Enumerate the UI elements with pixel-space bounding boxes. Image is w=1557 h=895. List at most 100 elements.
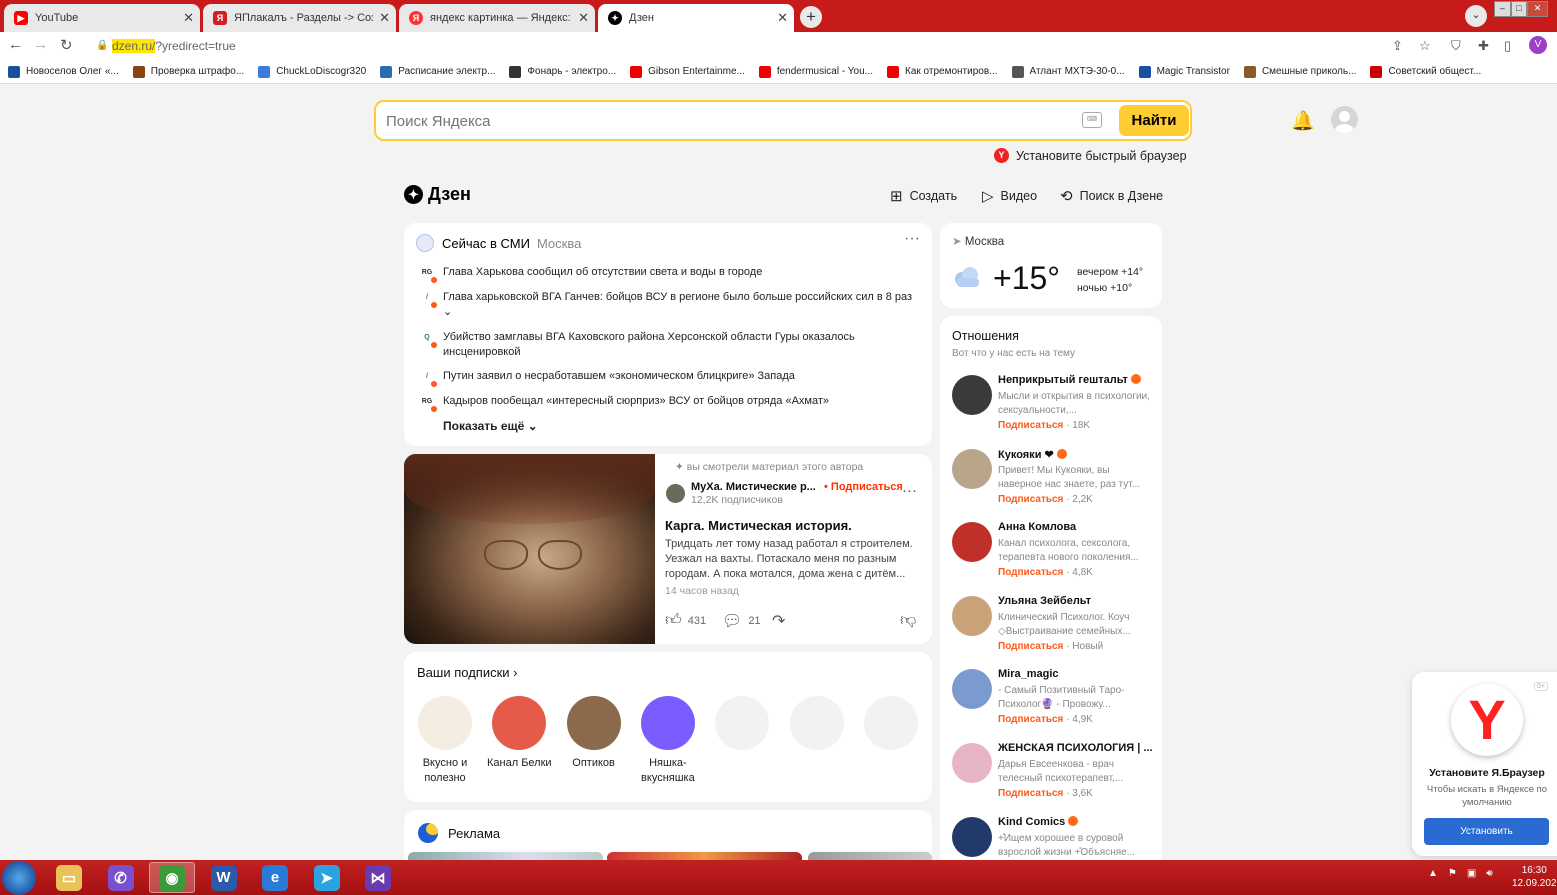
subscription-item[interactable]: Вкусно и полезно: [405, 696, 485, 786]
volume-icon[interactable]: 🔊︎: [1486, 868, 1492, 879]
channel-name[interactable]: Mira_magic: [998, 668, 1156, 680]
search-input[interactable]: [386, 110, 1066, 132]
subscribe-link[interactable]: • Подписаться: [824, 481, 903, 493]
channel-name[interactable]: Анна Комлова: [998, 521, 1156, 533]
share-button[interactable]: ↷: [772, 611, 791, 631]
bookmark-item[interactable]: Gibson Entertainme...: [630, 65, 745, 78]
visualstudio-app[interactable]: ⋈: [355, 862, 401, 893]
video-button[interactable]: ▷ Видео: [982, 187, 1037, 205]
subscribe-link[interactable]: Подписаться: [998, 494, 1063, 505]
news-item[interactable]: RG Кадыров пообещал «интересный сюрприз» …: [418, 394, 923, 412]
shield-icon[interactable]: ⛉: [1451, 38, 1461, 54]
channel-name[interactable]: Кукояки ❤: [998, 448, 1156, 461]
search-button[interactable]: Найти: [1119, 105, 1189, 136]
article-card[interactable]: ✦ вы смотрели материал этого автора ⁣МуХ…: [404, 454, 932, 644]
taskbar-clock[interactable]: 16:30 12.09.202: [1512, 864, 1557, 890]
profile-avatar[interactable]: V: [1529, 36, 1547, 54]
flag-icon[interactable]: ⚑: [1448, 868, 1457, 879]
close-icon[interactable]: ✕: [578, 10, 589, 26]
subscribe-link[interactable]: Подписаться: [998, 420, 1063, 431]
relation-channel-item[interactable]: Кукояки ❤ Привет! Мы Кукояки, вы наверное…: [952, 448, 1157, 514]
notification-bell-icon[interactable]: 🔔: [1291, 109, 1315, 133]
subscription-item[interactable]: Оптиков: [554, 696, 634, 771]
subscribe-link[interactable]: Подписаться: [998, 714, 1063, 725]
maximize-button[interactable]: □: [1510, 1, 1528, 17]
article-image[interactable]: [404, 454, 655, 644]
channel-name[interactable]: Неприкрытый гештальт: [998, 374, 1156, 386]
tray-expand-icon[interactable]: ▲: [1428, 868, 1438, 879]
relation-channel-item[interactable]: Неприкрытый гештальт Мысли и открытия в п…: [952, 374, 1157, 440]
bookmark-item[interactable]: Magic Transistor: [1138, 65, 1230, 78]
weather-card[interactable]: ➤ Москва +15° вечером +14° ночью +10°: [940, 223, 1162, 308]
new-tab-button[interactable]: +: [800, 6, 822, 28]
channel-avatar[interactable]: [952, 669, 992, 710]
tab-yandex-images[interactable]: Я яндекс картинка — Яндекс: наш ✕: [399, 4, 595, 32]
like-button[interactable]: 👍︎ 431: [665, 611, 706, 630]
close-icon[interactable]: ✕: [379, 10, 390, 26]
forward-arrow-icon[interactable]: →: [33, 36, 48, 53]
bookmark-item[interactable]: Советский общест...: [1370, 65, 1481, 78]
tab-youtube[interactable]: ▶ YouTube ✕: [4, 4, 200, 32]
bookmark-item[interactable]: ChuckLoDiscogr320: [258, 65, 366, 78]
reload-icon[interactable]: ↻: [60, 36, 73, 54]
more-options-icon[interactable]: ···: [904, 230, 920, 248]
comments-button[interactable]: 💬︎ 21: [722, 611, 761, 631]
bookmark-item[interactable]: Расписание электр...: [380, 65, 495, 78]
channel-avatar[interactable]: [952, 448, 992, 489]
dzen-logo[interactable]: ✦ Дзен: [404, 184, 471, 205]
relation-channel-item[interactable]: Анна Комлова Канал психолога, сексолога, …: [952, 521, 1157, 587]
bookmark-item[interactable]: Как отремонтиров...: [887, 65, 998, 78]
install-button[interactable]: Установить: [1424, 818, 1549, 845]
more-options-icon[interactable]: ···: [902, 482, 917, 499]
close-icon[interactable]: ✕: [777, 10, 788, 26]
close-icon[interactable]: ✕: [183, 10, 194, 26]
bookmark-item[interactable]: fendermusical - You...: [758, 65, 873, 78]
subscribe-link[interactable]: Подписаться: [998, 788, 1063, 799]
user-avatar[interactable]: [1331, 106, 1358, 133]
channel-avatar[interactable]: [952, 595, 992, 636]
channel-avatar[interactable]: [952, 375, 992, 415]
show-more-button[interactable]: Показать ещё ⌄: [443, 419, 538, 433]
channel-avatar[interactable]: [952, 743, 992, 783]
channel-name[interactable]: ЖЕНСКАЯ ПСИХОЛОГИЯ | ...: [998, 742, 1156, 754]
article-title[interactable]: Карга. Мистическая история.: [665, 518, 852, 533]
news-item[interactable]: RG Глава Харькова сообщил об отсутствии с…: [418, 265, 923, 283]
bookmark-item[interactable]: Фонарь - электро...: [509, 65, 616, 78]
install-browser-link[interactable]: Y Установите быстрый браузер: [994, 148, 1187, 163]
extensions-puzzle-icon[interactable]: ✚: [1478, 38, 1489, 54]
bookmark-item[interactable]: Проверка штрафо...: [132, 65, 244, 78]
relation-channel-item[interactable]: ЖЕНСКАЯ ПСИХОЛОГИЯ | ... Дарья Евсеенкова…: [952, 742, 1157, 808]
minimize-button[interactable]: –: [1494, 1, 1511, 17]
channel-avatar[interactable]: [952, 816, 992, 857]
share-icon[interactable]: ⇪: [1392, 38, 1403, 54]
tab-dzen[interactable]: ✦ Дзен ✕: [598, 4, 794, 32]
bookmark-item[interactable]: Атлант МХТЭ-30-0...: [1011, 65, 1125, 78]
channel-name[interactable]: Ульяна Зейбельт: [998, 595, 1156, 607]
news-header[interactable]: Сейчас в СМИ Москва: [416, 234, 581, 252]
back-arrow-icon[interactable]: ←: [8, 36, 23, 53]
word-app[interactable]: W: [201, 862, 247, 893]
address-bar[interactable]: 🔒 dzen.ru/?yredirect=true: [88, 34, 1378, 58]
subscribe-link[interactable]: Подписаться: [998, 641, 1063, 652]
telegram-app[interactable]: ➤: [304, 862, 350, 893]
channel-avatar[interactable]: [666, 484, 685, 503]
bookmark-item[interactable]: Смешные приколь...: [1243, 65, 1356, 78]
window-close-button[interactable]: ✕: [1527, 1, 1548, 17]
channel-avatar[interactable]: [952, 522, 992, 563]
chrome-app[interactable]: ◉: [149, 862, 195, 893]
relation-channel-item[interactable]: Mira_magic - Самый Позитивный Таро-Психол…: [952, 668, 1157, 734]
keyboard-icon[interactable]: ⌨: [1082, 112, 1102, 128]
dzen-search-button[interactable]: ⟲ Поиск в Дзене: [1060, 187, 1163, 205]
subscription-item[interactable]: Няшка-вкусняшка: [628, 696, 708, 786]
channel-name[interactable]: Kind Comics: [998, 815, 1156, 828]
explorer-app[interactable]: ▭: [46, 862, 92, 893]
news-item[interactable]: / Глава харьковской ВГА Ганчев: бойцов ВС…: [418, 290, 923, 320]
viber-app[interactable]: ✆: [98, 862, 144, 893]
relation-channel-item[interactable]: Ульяна Зейбельт Клинический Психолог. Коу…: [952, 595, 1157, 661]
news-item[interactable]: Q Убийство замглавы ВГА Каховского района…: [418, 330, 923, 360]
ie-app[interactable]: e: [252, 862, 298, 893]
start-button[interactable]: [2, 861, 36, 895]
tab-yaplakal[interactable]: Я ЯПлакалъ - Разделы -> Создан ✕: [203, 4, 396, 32]
tab-search-chevron-icon[interactable]: ⌄: [1465, 5, 1487, 27]
channel-name[interactable]: ⁣МуХа. Мистические р...: [691, 481, 816, 493]
